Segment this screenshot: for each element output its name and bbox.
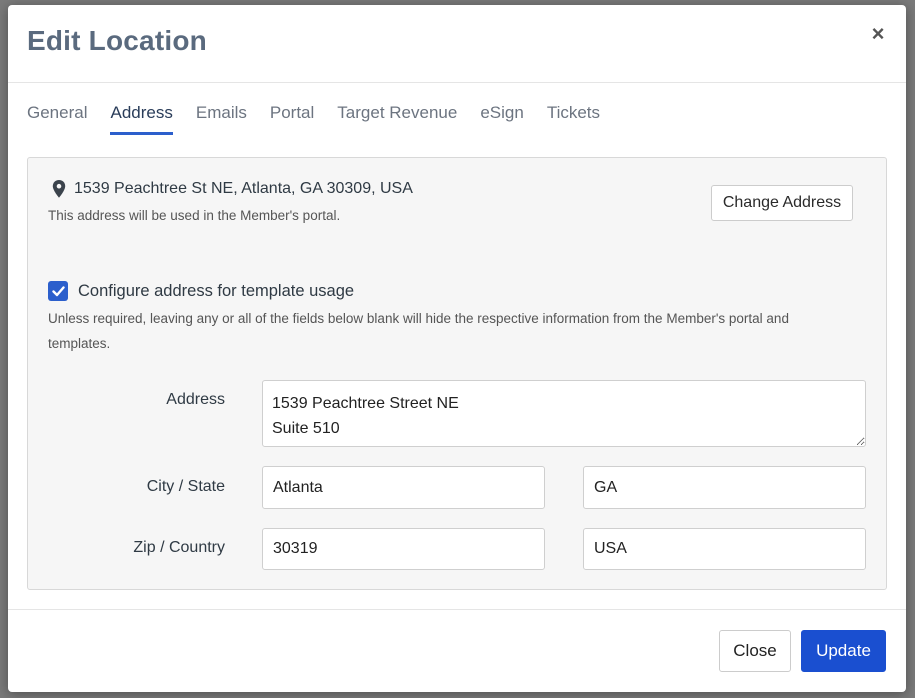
address-note: This address will be used in the Member'… [48,208,341,223]
tab-esign[interactable]: eSign [480,103,523,135]
country-input[interactable] [583,528,866,570]
template-config-row: Configure address for template usage [48,281,354,301]
tab-target-revenue[interactable]: Target Revenue [337,103,457,135]
tab-tickets[interactable]: Tickets [547,103,600,135]
checkmark-icon [51,285,65,296]
template-config-note: Unless required, leaving any or all of t… [48,311,789,351]
map-pin-icon [52,180,66,198]
address-summary: 1539 Peachtree St NE, Atlanta, GA 30309,… [52,180,413,198]
modal-footer: Close Update [8,609,906,692]
update-button[interactable]: Update [801,630,886,672]
tab-bar: General Address Emails Portal Target Rev… [27,103,600,137]
tab-emails[interactable]: Emails [196,103,247,135]
tab-general[interactable]: General [27,103,87,135]
modal-header: Edit Location × [8,5,906,83]
city-input[interactable] [262,466,545,509]
modal-title: Edit Location [27,25,207,56]
address-panel: 1539 Peachtree St NE, Atlanta, GA 30309,… [27,157,887,590]
full-address-text: 1539 Peachtree St NE, Atlanta, GA 30309,… [74,180,413,197]
tab-portal[interactable]: Portal [270,103,314,135]
template-config-checkbox[interactable] [48,281,68,301]
address-textarea[interactable]: 1539 Peachtree Street NE Suite 510 [262,380,866,447]
address-field-label: Address [166,391,225,408]
edit-location-modal: Edit Location × General Address Emails P… [8,5,906,692]
zip-input[interactable] [262,528,545,570]
tab-address[interactable]: Address [110,103,173,135]
close-icon[interactable]: × [868,22,888,46]
zip-country-label: Zip / Country [133,539,225,556]
close-button[interactable]: Close [719,630,791,672]
city-state-label: City / State [146,478,225,495]
template-config-label: Configure address for template usage [78,281,355,300]
state-input[interactable] [583,466,866,509]
change-address-button[interactable]: Change Address [711,185,853,221]
